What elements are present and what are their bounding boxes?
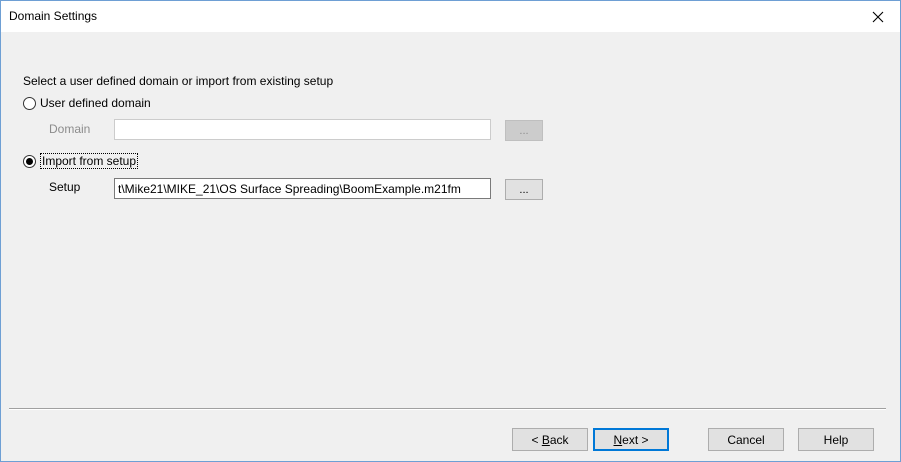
cancel-button[interactable]: Cancel: [708, 428, 784, 451]
next-button-rest: ext >: [622, 432, 649, 447]
instruction-text: Select a user defined domain or import f…: [23, 74, 334, 88]
user-defined-domain-label: User defined domain: [40, 96, 151, 110]
import-from-setup-option[interactable]: Import from setup: [23, 153, 139, 169]
dialog-title: Domain Settings: [9, 9, 98, 23]
domain-input: [114, 119, 491, 140]
next-button-accel: N: [613, 432, 623, 447]
title-bar: Domain Settings: [1, 1, 900, 32]
back-button-prefix: <: [531, 432, 542, 447]
domain-settings-dialog: Domain Settings Select a user defined do…: [0, 0, 901, 462]
close-icon: [872, 11, 884, 22]
import-from-setup-label: Import from setup: [40, 153, 139, 169]
next-button[interactable]: Next >: [593, 428, 669, 451]
browse-domain-button: ...: [505, 120, 543, 141]
footer-separator: [9, 408, 886, 410]
import-from-setup-radio[interactable]: [23, 154, 36, 168]
user-defined-domain-option[interactable]: User defined domain: [23, 96, 151, 110]
user-defined-domain-radio[interactable]: [23, 96, 36, 110]
browse-setup-button[interactable]: ...: [505, 179, 543, 200]
setup-label: Setup: [49, 180, 81, 194]
domain-label: Domain: [49, 122, 91, 136]
close-button[interactable]: [856, 1, 900, 32]
back-button-accel: B: [541, 432, 550, 447]
back-button[interactable]: < Back: [512, 428, 588, 451]
help-button[interactable]: Help: [798, 428, 874, 451]
setup-path-input[interactable]: t\Mike21\MIKE_21\OS Surface Spreading\Bo…: [114, 178, 491, 199]
back-button-rest: ack: [549, 432, 569, 447]
dialog-body: Select a user defined domain or import f…: [1, 32, 900, 461]
